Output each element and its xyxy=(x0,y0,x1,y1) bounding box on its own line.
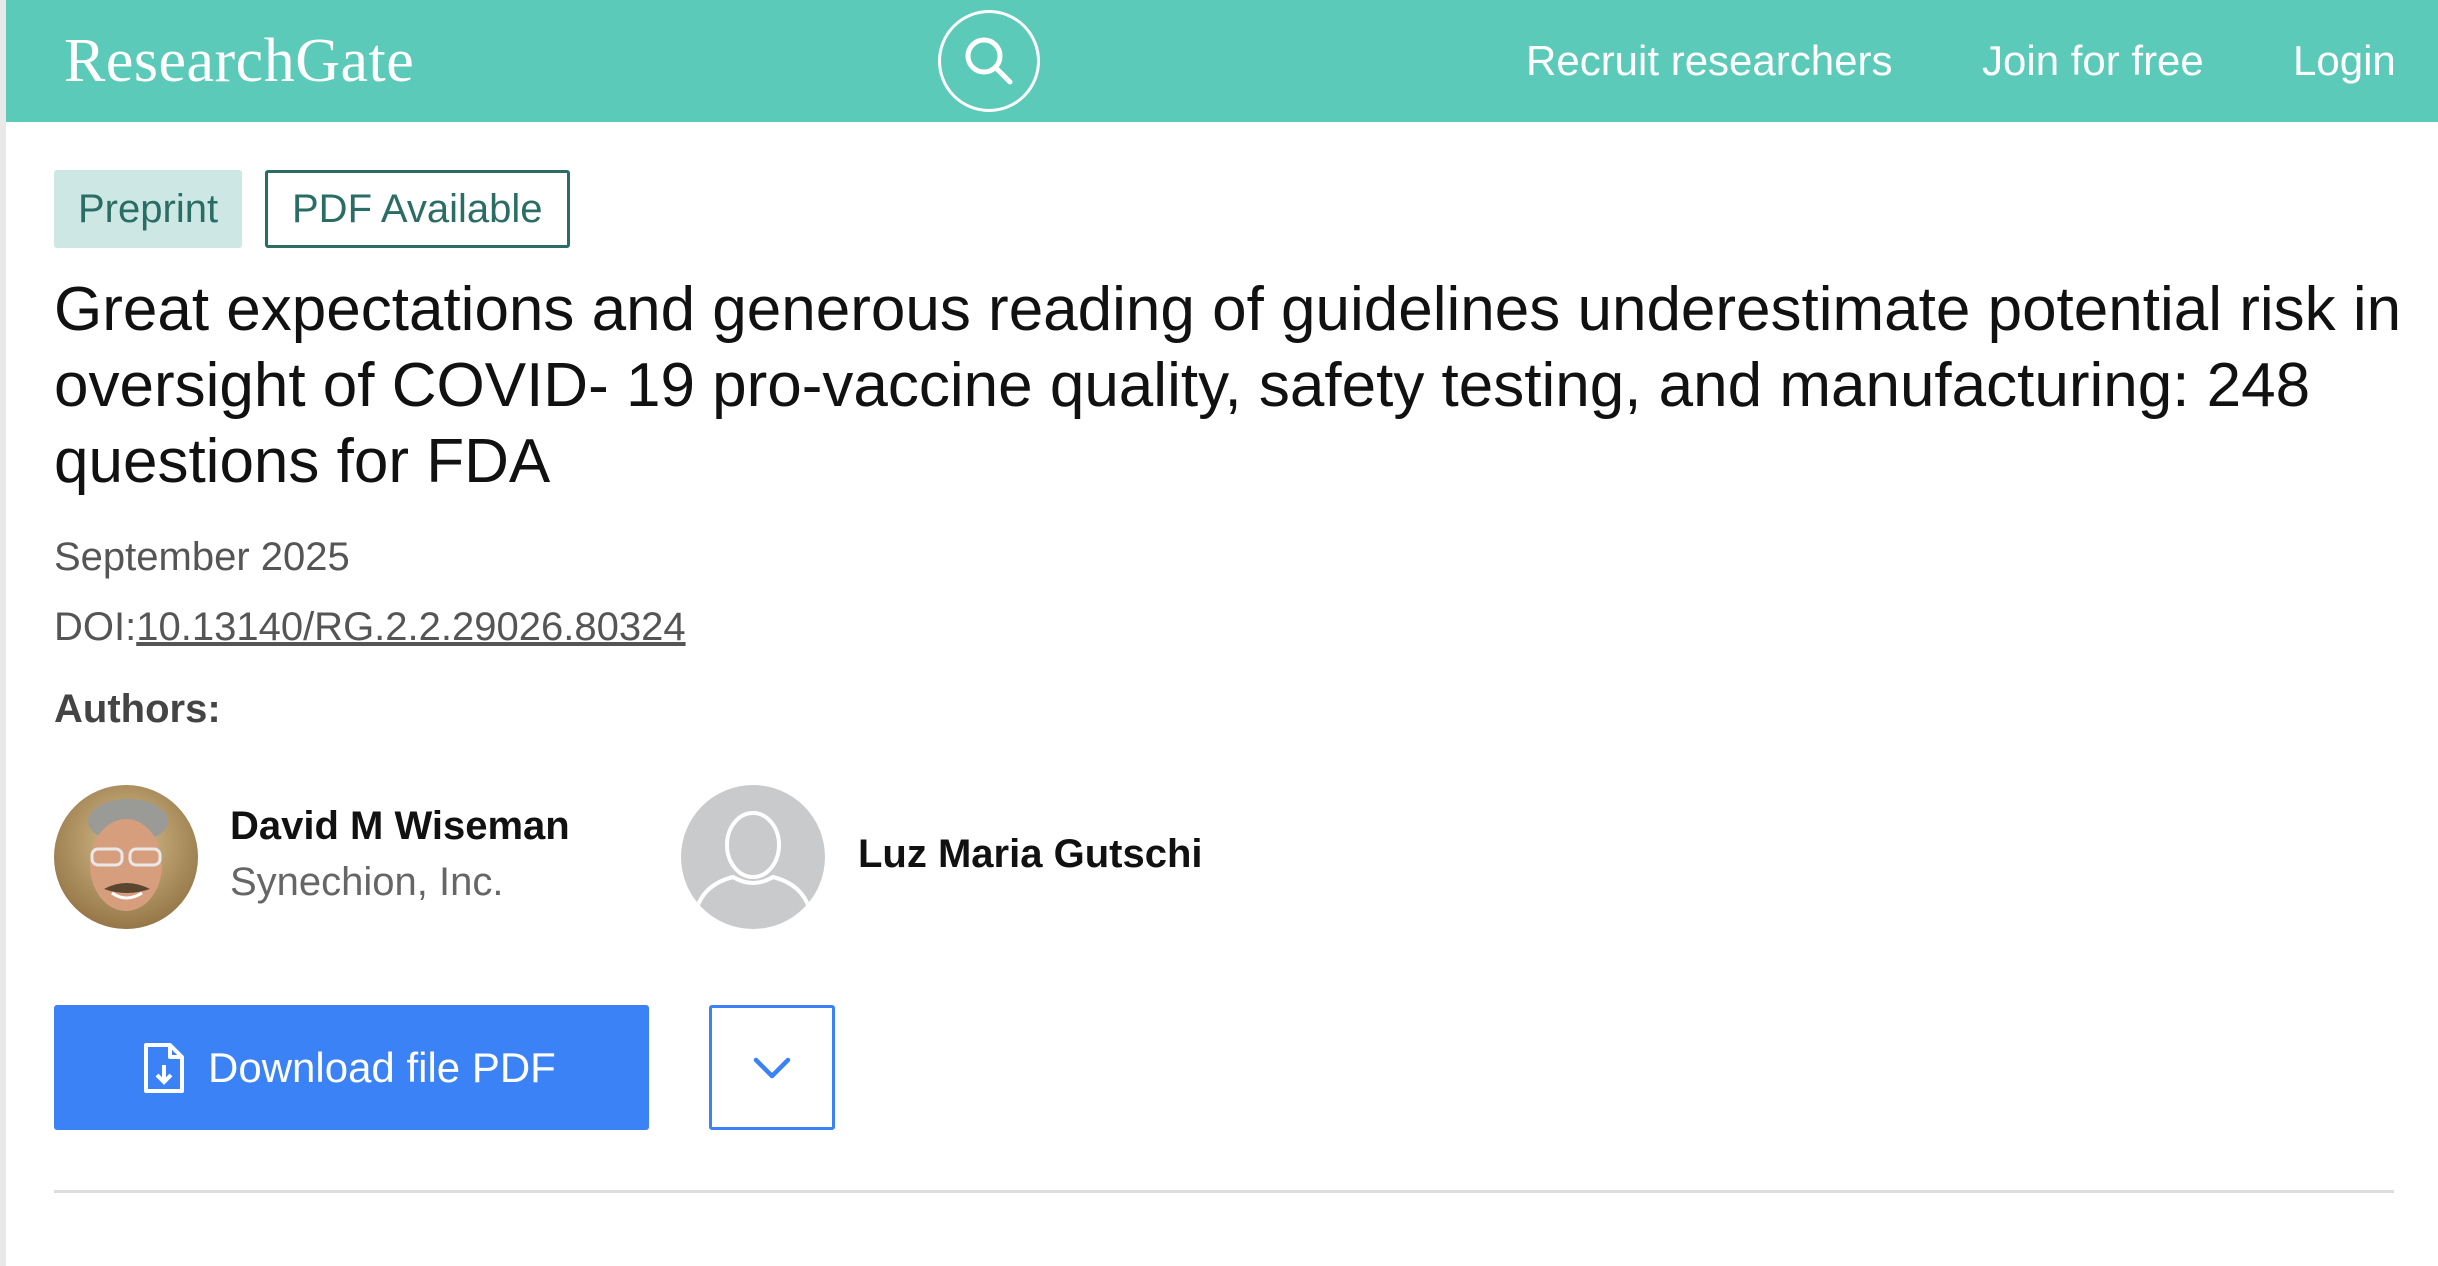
top-navigation-bar: ResearchGate Recruit researchers Join fo… xyxy=(6,0,2438,122)
file-download-icon xyxy=(142,1041,186,1095)
authors-heading: Authors: xyxy=(54,687,221,731)
more-options-dropdown-button[interactable] xyxy=(709,1005,835,1130)
author-avatar-gutschi[interactable] xyxy=(681,785,825,929)
publication-date: September 2025 xyxy=(54,535,350,579)
user-placeholder-icon xyxy=(681,785,825,929)
author-name-gutschi[interactable]: Luz Maria Gutschi xyxy=(858,832,1203,877)
join-for-free-link[interactable]: Join for free xyxy=(1982,34,2204,88)
search-icon xyxy=(965,37,1013,85)
browser-edge xyxy=(0,0,6,1266)
preprint-badge: Preprint xyxy=(54,170,243,248)
author-affiliation-wiseman: Synechion, Inc. xyxy=(230,860,504,904)
author-name-wiseman[interactable]: David M Wiseman xyxy=(230,804,570,849)
pdf-available-badge: PDF Available xyxy=(265,170,570,248)
author-avatar-wiseman[interactable] xyxy=(54,785,198,929)
researchgate-logo[interactable]: ResearchGate xyxy=(64,22,414,100)
doi-label: DOI: xyxy=(54,605,137,649)
download-pdf-button[interactable]: Download file PDF xyxy=(54,1005,649,1130)
download-button-label: Download file PDF xyxy=(208,1043,556,1091)
doi-link[interactable]: 10.13140/RG.2.2.29026.80324 xyxy=(136,605,685,649)
section-divider xyxy=(54,1190,2394,1193)
recruit-researchers-link[interactable]: Recruit researchers xyxy=(1526,34,1892,88)
login-link[interactable]: Login xyxy=(2293,34,2396,88)
publication-title: Great expectations and generous reading … xyxy=(54,275,2402,496)
doi-line: DOI:10.13140/RG.2.2.29026.80324 xyxy=(54,602,686,652)
chevron-down-icon xyxy=(753,1057,791,1078)
search-button[interactable] xyxy=(938,10,1040,112)
